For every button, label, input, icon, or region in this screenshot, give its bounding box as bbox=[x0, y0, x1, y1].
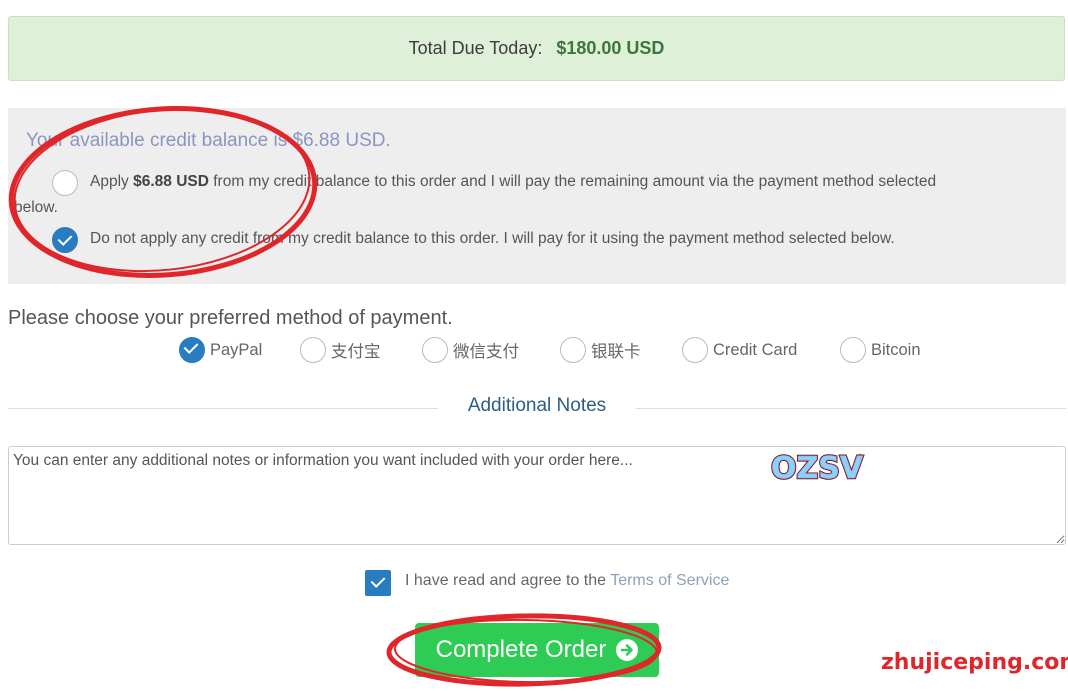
apply-credit-text: from my credit balance to this order and… bbox=[208, 173, 937, 190]
terms-of-service-link[interactable]: Terms of Service bbox=[610, 572, 729, 589]
tos-checkbox[interactable] bbox=[365, 570, 391, 596]
alipay-radio[interactable] bbox=[300, 337, 326, 363]
no-credit-radio[interactable] bbox=[52, 227, 78, 253]
complete-order-button[interactable]: Complete Order bbox=[415, 623, 659, 677]
total-due-banner: Total Due Today: $180.00 USD bbox=[8, 16, 1065, 81]
credit-balance-title: Your available credit balance is $6.88 U… bbox=[26, 130, 391, 151]
arrow-circle-right-icon bbox=[616, 639, 639, 661]
unionpay-radio[interactable] bbox=[560, 337, 586, 363]
payment-method-heading: Please choose your preferred method of p… bbox=[8, 307, 453, 329]
credit-card-radio[interactable] bbox=[682, 337, 708, 363]
apply-credit-prefix: Apply bbox=[90, 173, 134, 190]
payment-option-credit-card[interactable]: Credit Card bbox=[682, 336, 797, 364]
credit-balance-panel: Your available credit balance is $6.88 U… bbox=[8, 108, 1066, 284]
tos-text: I have read and agree to the bbox=[405, 572, 611, 589]
additional-notes-textarea[interactable] bbox=[8, 446, 1066, 545]
payment-option-alipay[interactable]: 支付宝 bbox=[300, 336, 381, 364]
apply-credit-amount: $6.88 USD bbox=[133, 173, 209, 190]
no-credit-option[interactable]: Do not apply any credit from my credit b… bbox=[90, 226, 895, 252]
payment-option-wechat-pay[interactable]: 微信支付 bbox=[422, 336, 519, 364]
payment-option-paypal[interactable]: PayPal bbox=[179, 336, 262, 364]
total-due-label: Total Due Today: bbox=[408, 38, 543, 58]
paypal-radio[interactable] bbox=[179, 337, 205, 363]
bitcoin-radio[interactable] bbox=[840, 337, 866, 363]
payment-option-label: Bitcoin bbox=[871, 340, 921, 359]
additional-notes-title: Additional Notes bbox=[438, 395, 636, 417]
sticker-outline: OZSV bbox=[771, 451, 864, 486]
apply-credit-option[interactable]: Apply $6.88 USD from my credit balance t… bbox=[14, 169, 1052, 221]
apply-credit-text-line2: below. bbox=[14, 199, 58, 216]
complete-order-label: Complete Order bbox=[435, 636, 607, 663]
payment-option-bitcoin[interactable]: Bitcoin bbox=[840, 336, 921, 364]
wechat-pay-radio[interactable] bbox=[422, 337, 448, 363]
payment-option-label: 银联卡 bbox=[591, 343, 641, 361]
payment-option-label: 支付宝 bbox=[331, 343, 381, 361]
payment-option-label: PayPal bbox=[210, 340, 263, 359]
site-watermark: zhujiceping.com bbox=[881, 650, 1068, 675]
payment-option-label: 微信支付 bbox=[453, 343, 519, 361]
tos-label: I have read and agree to the Terms of Se… bbox=[405, 572, 729, 590]
total-due-amount: $180.00 USD bbox=[556, 38, 665, 58]
payment-option-label: Credit Card bbox=[713, 340, 798, 359]
payment-option-unionpay[interactable]: 银联卡 bbox=[560, 336, 641, 364]
ozsv-sticker-logo: OZSV OZSV bbox=[770, 450, 865, 488]
